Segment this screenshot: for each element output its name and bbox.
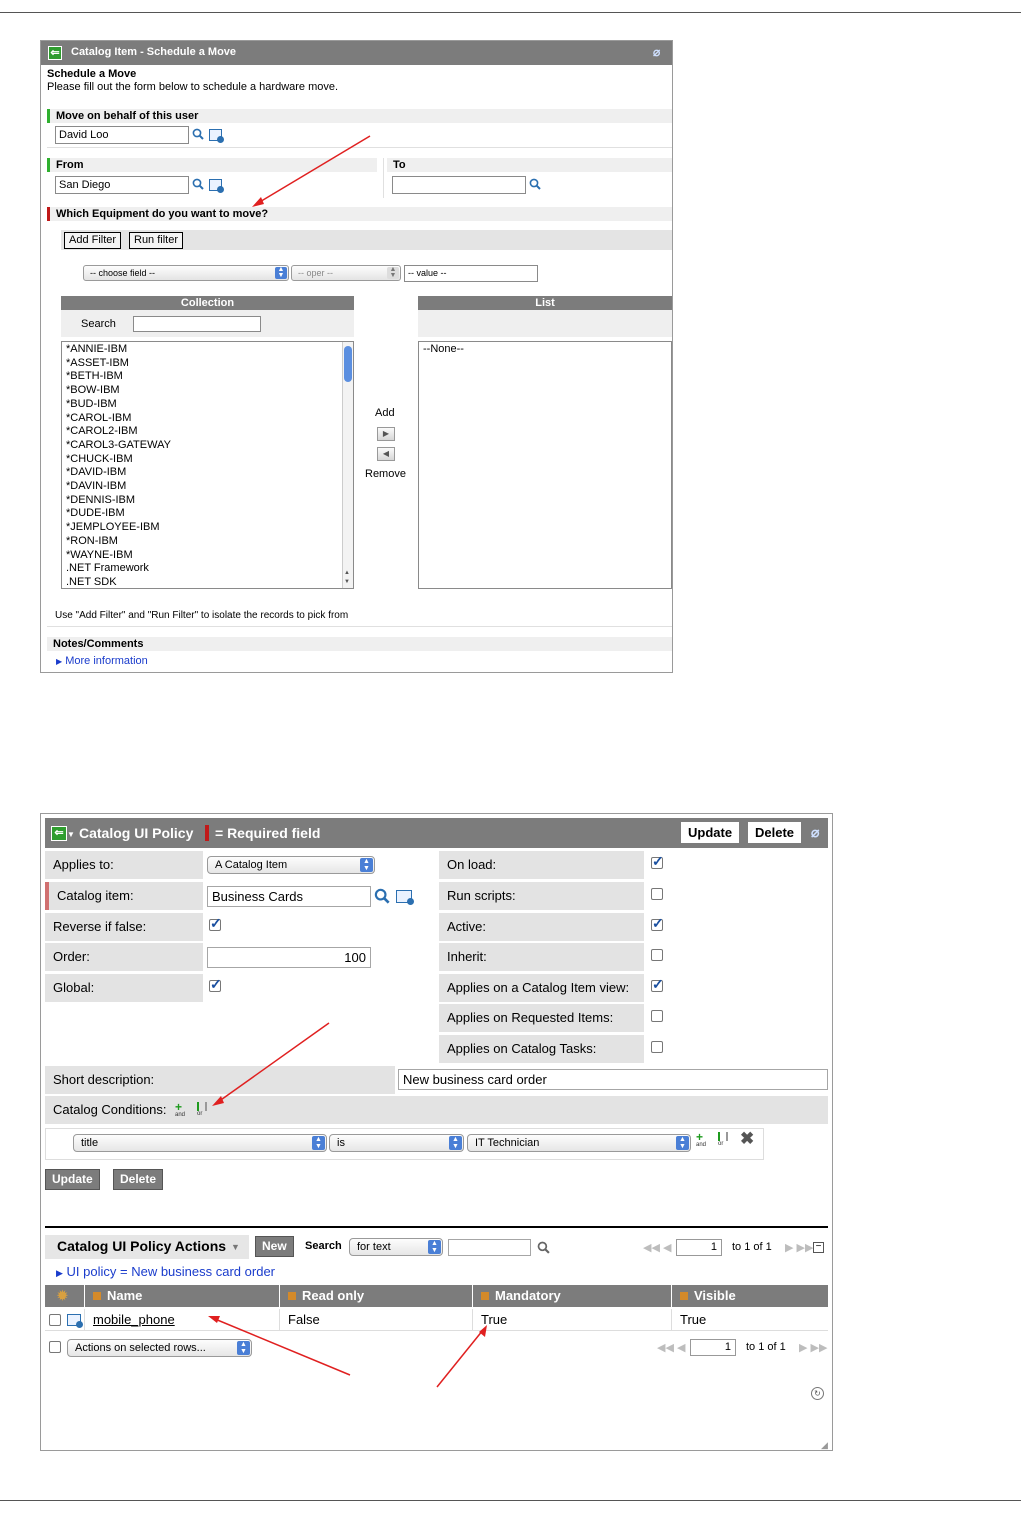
bottom-rule [0, 1500, 1021, 1501]
annotation-arrows [208, 1022, 487, 1388]
annotation-arrow [252, 135, 371, 207]
